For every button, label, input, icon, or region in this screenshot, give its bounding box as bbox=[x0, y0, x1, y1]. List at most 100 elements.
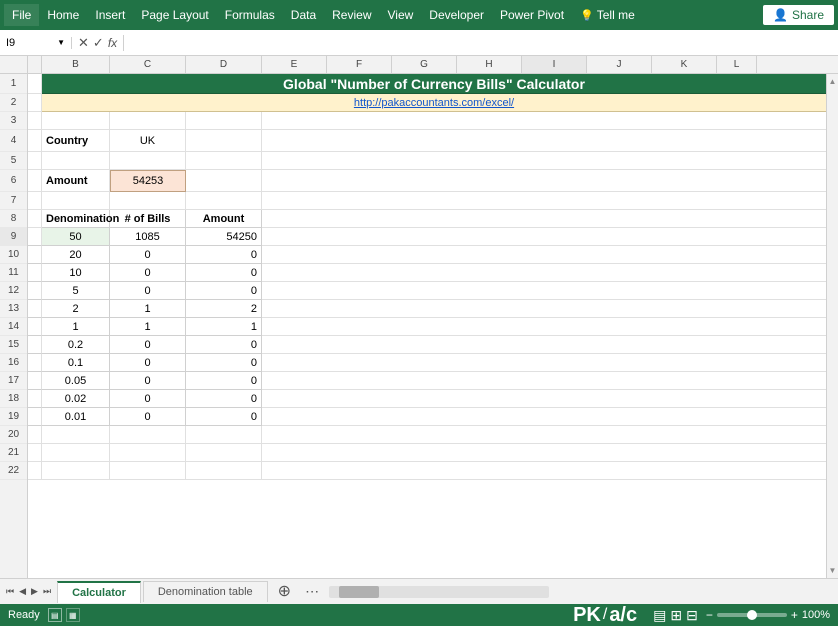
row-21 bbox=[28, 444, 826, 462]
pk-logo-area: PK / a/c bbox=[573, 605, 637, 625]
cell-d16[interactable]: 0 bbox=[186, 354, 262, 372]
cell-c9[interactable]: 1085 bbox=[110, 228, 186, 246]
header-denomination: Denomination bbox=[42, 210, 110, 228]
cell-b4[interactable]: Country bbox=[42, 130, 110, 152]
sheet-tabs-bar: ⏮ ◀ ▶ ⏭ Calculator Denomination table ⊕ … bbox=[0, 578, 838, 604]
menu-data[interactable]: Data bbox=[283, 4, 324, 26]
cell-c12[interactable]: 0 bbox=[110, 282, 186, 300]
menu-developer[interactable]: Developer bbox=[421, 4, 492, 26]
cell-b17[interactable]: 0.05 bbox=[42, 372, 110, 390]
cell-reference-box[interactable]: I9 ▼ bbox=[0, 37, 72, 49]
row-2: http://pakaccountants.com/excel/ bbox=[28, 94, 826, 112]
cell-b10[interactable]: 20 bbox=[42, 246, 110, 264]
row-8: Denomination # of Bills Amount bbox=[28, 210, 826, 228]
cell-d11[interactable]: 0 bbox=[186, 264, 262, 282]
menu-file[interactable]: File bbox=[4, 4, 39, 26]
cell-b15[interactable]: 0.2 bbox=[42, 336, 110, 354]
vertical-scrollbar[interactable]: ▲ ▼ bbox=[826, 74, 838, 578]
cell-b19[interactable]: 0.01 bbox=[42, 408, 110, 426]
row-4: Country UK bbox=[28, 130, 826, 152]
cell-d14[interactable]: 1 bbox=[186, 318, 262, 336]
cell-b12[interactable]: 5 bbox=[42, 282, 110, 300]
fx-icon[interactable]: fx bbox=[108, 36, 117, 50]
zoom-slider[interactable] bbox=[717, 613, 787, 617]
menu-review[interactable]: Review bbox=[324, 4, 379, 26]
row-3 bbox=[28, 112, 826, 130]
view-mode-buttons: ▤ ⊞ ⊟ − + 100% bbox=[653, 607, 830, 624]
amount-input-cell[interactable]: 54253 bbox=[110, 170, 186, 192]
cell-b18[interactable]: 0.02 bbox=[42, 390, 110, 408]
confirm-formula-icon[interactable]: ✓ bbox=[93, 35, 104, 51]
row-16: 0.1 0 0 bbox=[28, 354, 826, 372]
person-icon: 👤 bbox=[773, 8, 788, 22]
add-sheet-button[interactable]: ⊕ bbox=[270, 584, 299, 600]
cell-b16[interactable]: 0.1 bbox=[42, 354, 110, 372]
url-cell[interactable]: http://pakaccountants.com/excel/ bbox=[42, 94, 826, 112]
menu-insert[interactable]: Insert bbox=[87, 4, 133, 26]
menu-page-layout[interactable]: Page Layout bbox=[133, 4, 216, 26]
col-header-k: K bbox=[652, 56, 717, 73]
last-sheet-icon[interactable]: ⏭ bbox=[41, 584, 53, 599]
cell-c11[interactable]: 0 bbox=[110, 264, 186, 282]
tab-calculator[interactable]: Calculator bbox=[57, 581, 141, 603]
share-button[interactable]: 👤 Share bbox=[763, 5, 834, 25]
row-19: 0.01 0 0 bbox=[28, 408, 826, 426]
cell-d15[interactable]: 0 bbox=[186, 336, 262, 354]
lightbulb-icon: 💡 bbox=[580, 9, 594, 22]
pk-slash: / bbox=[603, 606, 607, 624]
cell-d10[interactable]: 0 bbox=[186, 246, 262, 264]
cell-d12[interactable]: 0 bbox=[186, 282, 262, 300]
scroll-down-icon[interactable]: ▼ bbox=[826, 563, 838, 578]
menu-tell-me[interactable]: 💡 Tell me bbox=[572, 4, 643, 26]
cell-c17[interactable]: 0 bbox=[110, 372, 186, 390]
cell-b9[interactable]: 50 bbox=[42, 228, 110, 246]
col-header-f: F bbox=[327, 56, 392, 73]
cell-b14[interactable]: 1 bbox=[42, 318, 110, 336]
cell-c4[interactable]: UK bbox=[110, 130, 186, 152]
cell-b13[interactable]: 2 bbox=[42, 300, 110, 318]
row-13: 2 1 2 bbox=[28, 300, 826, 318]
menu-view[interactable]: View bbox=[380, 4, 422, 26]
tab-denomination-table[interactable]: Denomination table bbox=[143, 581, 268, 602]
next-sheet-icon[interactable]: ▶ bbox=[29, 584, 40, 599]
cell-d18[interactable]: 0 bbox=[186, 390, 262, 408]
col-header-a bbox=[28, 56, 42, 73]
menu-home[interactable]: Home bbox=[39, 4, 87, 26]
cell-d13[interactable]: 2 bbox=[186, 300, 262, 318]
zoom-out-icon[interactable]: − bbox=[706, 608, 713, 622]
cell-b11[interactable]: 10 bbox=[42, 264, 110, 282]
horizontal-scrollbar[interactable] bbox=[329, 586, 549, 598]
page-layout-btn[interactable]: ⊟ bbox=[686, 607, 698, 624]
page-layout-icon[interactable]: ▦ bbox=[66, 608, 80, 622]
scroll-up-icon[interactable]: ▲ bbox=[826, 74, 838, 89]
dropdown-arrow-icon: ▼ bbox=[57, 38, 65, 47]
cell-d19[interactable]: 0 bbox=[186, 408, 262, 426]
col-header-d: D bbox=[186, 56, 262, 73]
cell-c15[interactable]: 0 bbox=[110, 336, 186, 354]
normal-view-btn[interactable]: ▤ bbox=[653, 607, 666, 624]
cancel-formula-icon[interactable]: ✕ bbox=[78, 35, 89, 51]
first-sheet-icon[interactable]: ⏮ bbox=[4, 584, 16, 599]
formula-input[interactable] bbox=[124, 37, 838, 49]
cell-c16[interactable]: 0 bbox=[110, 354, 186, 372]
cell-c18[interactable]: 0 bbox=[110, 390, 186, 408]
formula-controls: ✕ ✓ fx bbox=[72, 35, 124, 51]
cell-d17[interactable]: 0 bbox=[186, 372, 262, 390]
row-numbers: 1 2 3 4 5 6 7 8 9 10 11 12 13 14 15 16 1… bbox=[0, 74, 28, 578]
row-7 bbox=[28, 192, 826, 210]
cell-c14[interactable]: 1 bbox=[110, 318, 186, 336]
cell-c19[interactable]: 0 bbox=[110, 408, 186, 426]
menu-power-pivot[interactable]: Power Pivot bbox=[492, 4, 572, 26]
prev-sheet-icon[interactable]: ◀ bbox=[17, 584, 28, 599]
cell-c10[interactable]: 0 bbox=[110, 246, 186, 264]
normal-view-icon[interactable]: ▤ bbox=[48, 608, 62, 622]
menu-formulas[interactable]: Formulas bbox=[217, 4, 283, 26]
cell-b6: Amount bbox=[42, 170, 110, 192]
cell-d9[interactable]: 54250 bbox=[186, 228, 262, 246]
row-6: Amount 54253 bbox=[28, 170, 826, 192]
tab-options-icon[interactable]: ⋯ bbox=[299, 583, 325, 600]
zoom-in-icon[interactable]: + bbox=[791, 608, 798, 622]
row-15: 0.2 0 0 bbox=[28, 336, 826, 354]
page-break-view-btn[interactable]: ⊞ bbox=[670, 607, 682, 624]
cell-c13[interactable]: 1 bbox=[110, 300, 186, 318]
